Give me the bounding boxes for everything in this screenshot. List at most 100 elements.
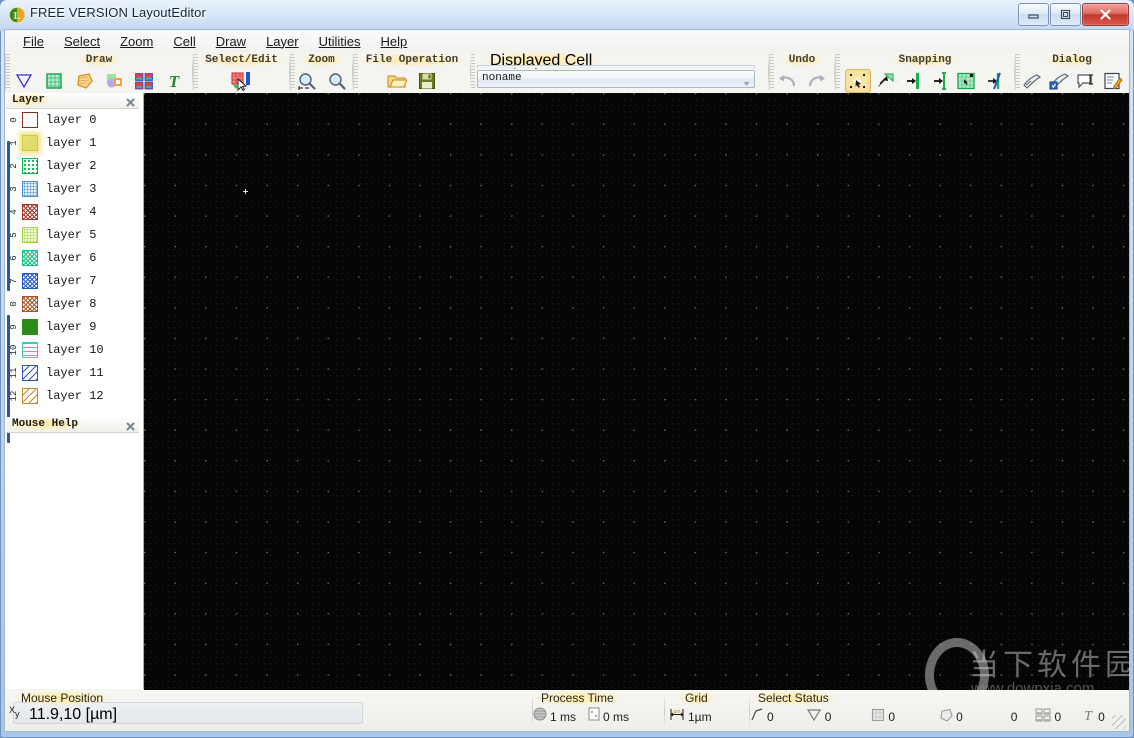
menu-item-draw[interactable]: Draw: [206, 32, 256, 51]
polygon-count-value: 0: [824, 710, 832, 724]
layer-color-swatch[interactable]: [22, 272, 38, 289]
layer-color-swatch[interactable]: [22, 341, 38, 358]
cpu-time-value: 1 ms: [550, 709, 577, 724]
layer-color-swatch[interactable]: [22, 111, 38, 128]
render-time-item: 0 ms: [588, 707, 629, 726]
macro-button[interactable]: [1019, 69, 1045, 93]
layer-color-swatch[interactable]: [22, 364, 38, 381]
layer-row[interactable]: 8 layer 8: [6, 292, 139, 315]
zoom-in-button[interactable]: [324, 69, 350, 93]
cellref-count-item: 0: [1035, 708, 1061, 727]
layer-color-swatch[interactable]: [22, 203, 38, 220]
layer-color-swatch[interactable]: [22, 295, 38, 312]
app-logo-icon: L: [9, 7, 25, 23]
toolbar-select-edit-title: Select/Edit: [193, 54, 290, 66]
box-tool-button[interactable]: [41, 69, 67, 93]
select-edit-button[interactable]: [229, 69, 255, 93]
displayed-cell-group: Displayed Cell noname: [471, 52, 769, 93]
layer-row[interactable]: 3 layer 3: [6, 177, 139, 200]
displayed-cell-combo[interactable]: noname: [477, 70, 755, 88]
snap-none-button[interactable]: [980, 69, 1006, 93]
circle-tool-button[interactable]: [101, 69, 127, 93]
layer-color-swatch[interactable]: [22, 249, 38, 266]
toolbar-row: Draw T Select/Edit Zoom File Operation D…: [5, 52, 1129, 93]
save-file-button[interactable]: [414, 69, 440, 93]
layer-color-swatch[interactable]: [22, 226, 38, 243]
title-bar[interactable]: L FREE VERSION LayoutEditor: [0, 0, 1134, 30]
menu-item-file[interactable]: File: [13, 32, 54, 51]
undo-button[interactable]: [774, 69, 800, 93]
snap-grid-button[interactable]: [844, 69, 871, 93]
zoom-fit-button[interactable]: [294, 69, 320, 93]
snap-midpoint-button[interactable]: [926, 69, 952, 93]
menu-item-help[interactable]: Help: [371, 32, 418, 51]
measure-button[interactable]: [1073, 69, 1099, 93]
snap-corner-button[interactable]: [872, 69, 898, 93]
box-count-item: 0: [871, 708, 895, 727]
layer-index: 11: [9, 367, 19, 378]
settings-icon: [1049, 72, 1069, 90]
layer-label: layer 6: [46, 250, 97, 265]
menu-item-layer[interactable]: Layer: [256, 32, 309, 51]
layer-row[interactable]: 1 layer 1: [6, 131, 139, 154]
open-file-button[interactable]: [384, 69, 410, 93]
toolbar-snapping: Snapping: [835, 52, 1015, 93]
layer-row[interactable]: 0 layer 0: [6, 108, 139, 131]
settings-button[interactable]: [1046, 69, 1072, 93]
snap-midpoint-icon: [929, 72, 949, 90]
redo-button[interactable]: [804, 69, 830, 93]
layout-canvas[interactable]: 当下软件园 www.dowpxia.com: [144, 93, 1129, 690]
layer-index: 10: [9, 344, 19, 355]
menu-help-label: Help: [380, 33, 408, 49]
layer-color-swatch[interactable]: [22, 387, 38, 404]
menu-item-utilities[interactable]: Utilities: [309, 32, 371, 51]
layer-color-swatch[interactable]: [22, 134, 38, 151]
toolbar-file-operation-title: File Operation: [353, 54, 471, 66]
polygon-count-item: 0: [806, 708, 832, 727]
toolbar-select-edit: Select/Edit: [193, 52, 290, 93]
svg-text:T: T: [1084, 709, 1093, 722]
mouse-position-value: 11.9,10 [µm]: [29, 705, 118, 723]
layer-color-swatch[interactable]: [22, 318, 38, 335]
close-button[interactable]: [1082, 3, 1129, 26]
menu-utilities-label: Utilities: [318, 33, 361, 49]
cpu-time-icon: [533, 707, 547, 726]
layer-row[interactable]: 5 layer 5: [6, 223, 139, 246]
minimize-button[interactable]: [1018, 3, 1049, 26]
layer-label: layer 1: [46, 135, 97, 150]
menu-item-select[interactable]: Select: [54, 32, 110, 51]
chevron-down-icon[interactable]: [742, 75, 751, 86]
layer-row[interactable]: 12 layer 12: [6, 384, 139, 407]
layer-row[interactable]: 9 layer 9: [6, 315, 139, 338]
circle-tool-icon: [105, 72, 124, 90]
toolbar-grip[interactable]: [471, 54, 475, 90]
snap-grid-icon: [848, 72, 868, 90]
undo-icon: [777, 73, 797, 90]
layer-color-swatch[interactable]: [22, 180, 38, 197]
layer-panel-close-icon[interactable]: [125, 95, 136, 107]
layer-color-swatch[interactable]: [22, 157, 38, 174]
polygon-tool-button[interactable]: [11, 69, 37, 93]
select-status-title: Select Status: [752, 691, 835, 705]
menu-item-zoom[interactable]: Zoom: [110, 32, 163, 51]
snap-shape-button[interactable]: [953, 69, 979, 93]
menu-item-cell[interactable]: Cell: [163, 32, 205, 51]
text-tool-button[interactable]: T: [161, 69, 187, 93]
snap-edge-button[interactable]: [899, 69, 925, 93]
mouse-help-panel-close-icon[interactable]: [125, 419, 136, 431]
cell-reference-button[interactable]: [131, 69, 157, 93]
window-resize-grip[interactable]: [1112, 715, 1126, 729]
layer-row[interactable]: 4 layer 4: [6, 200, 139, 223]
layer-row[interactable]: 7 layer 7: [6, 269, 139, 292]
layer-index: 9: [9, 323, 19, 330]
layer-row[interactable]: 10 layer 10: [6, 338, 139, 361]
layer-row[interactable]: 2 layer 2: [6, 154, 139, 177]
snap-corner-icon: [875, 72, 895, 90]
layer-row[interactable]: 11 layer 11: [6, 361, 139, 384]
path-tool-button[interactable]: [71, 69, 97, 93]
box-count-value: 0: [888, 710, 896, 724]
maximize-button[interactable]: [1050, 3, 1081, 26]
grid-major-dots: [144, 93, 1129, 690]
layer-row[interactable]: 6 layer 6: [6, 246, 139, 269]
edit-notes-button[interactable]: [1100, 69, 1126, 93]
